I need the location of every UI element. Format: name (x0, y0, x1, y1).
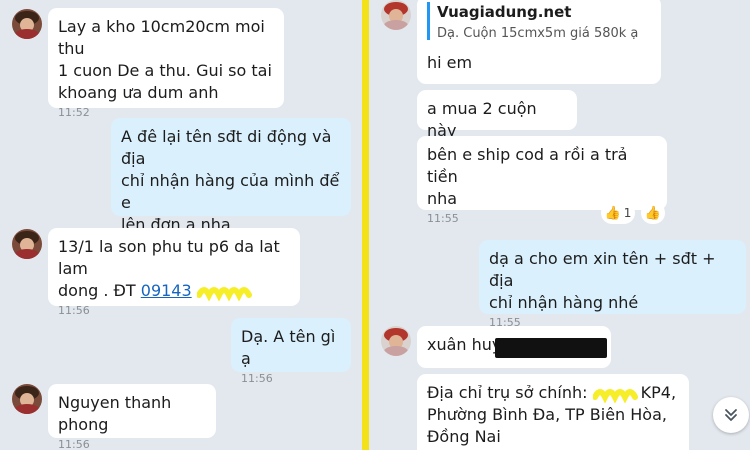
message-text: Dạ. A tên gì ạ (241, 327, 336, 368)
incoming-message-bubble[interactable]: bên e ship cod a rồi a trả tiền nha 11:5… (417, 136, 667, 225)
redaction-bar (495, 338, 607, 358)
link-preview-title[interactable]: Vuagiadung.net (437, 1, 571, 23)
contact-avatar[interactable] (12, 384, 42, 414)
message-time: 11:56 (241, 372, 273, 385)
outgoing-message-bubble[interactable]: Dạ. A tên gì ạ 11:56 (231, 318, 351, 385)
message-text: dạ a cho em xin tên + sđt + địa chỉ nhận… (489, 249, 716, 312)
phone-link[interactable]: 09143 (141, 281, 192, 300)
message-text-line: dong . ĐT 09143 (58, 280, 290, 302)
contact-avatar[interactable] (12, 9, 42, 39)
left-chat-panel: Lay a kho 10cm20cm moi thu 1 cuon De a t… (0, 0, 362, 450)
link-preview-bar (427, 2, 430, 40)
message-text: bên e ship cod a rồi a trả tiền nha (427, 145, 628, 208)
incoming-message-bubble[interactable]: a mua 2 cuộn này (417, 90, 577, 140)
add-reaction-button[interactable]: 👍 (641, 202, 665, 224)
incoming-message-bubble[interactable]: Lay a kho 10cm20cm moi thu 1 cuon De a t… (48, 8, 284, 119)
incoming-message-bubble[interactable]: 13/1 la son phu tu p6 da lat lam dong . … (48, 228, 300, 317)
message-text: 13/1 la son phu tu p6 da lat lam (58, 237, 280, 278)
message-text: Phường Bình Đa, TP Biên Hòa, (427, 405, 667, 424)
message-text-line: Địa chỉ trụ sở chính: KP4, (427, 382, 679, 404)
message-text: A đê lại tên sđt di động và địa chỉ nhận… (121, 127, 340, 234)
message-text: dong . ĐT (58, 281, 141, 300)
thumbs-up-icon: 👍 (644, 205, 662, 221)
reaction-count-pill[interactable]: 👍 1 (601, 202, 635, 224)
outgoing-message-bubble[interactable]: dạ a cho em xin tên + sđt + địa chỉ nhận… (479, 240, 746, 329)
message-text: KP4, (640, 383, 677, 402)
contact-avatar[interactable] (381, 326, 411, 356)
incoming-message-bubble[interactable]: Vuagiadung.net Dạ. Cuộn 15cmx5m giá 580k… (417, 0, 661, 84)
redaction-scribble (592, 388, 638, 403)
incoming-message-bubble[interactable]: Địa chỉ trụ sở chính: KP4, Phường Bình Đ… (417, 374, 689, 450)
link-preview-description: Dạ. Cuộn 15cmx5m giá 580k ạ (437, 26, 639, 41)
thumbs-up-icon: 👍 (604, 205, 621, 221)
scroll-to-bottom-button[interactable] (713, 397, 749, 433)
message-text: Địa chỉ trụ sở chính: (427, 383, 593, 402)
contact-avatar[interactable] (12, 229, 42, 259)
incoming-message-bubble[interactable]: Nguyen thanh phong 11:56 (48, 384, 216, 450)
outgoing-message-bubble[interactable]: A đê lại tên sđt di động và địa chỉ nhận… (111, 118, 351, 251)
reaction-count: 1 (623, 206, 632, 220)
redaction-scribble (196, 286, 252, 301)
chevron-double-down-icon (725, 409, 737, 421)
message-text: hi em (427, 53, 473, 72)
contact-avatar[interactable] (381, 0, 411, 30)
message-text: Lay a kho 10cm20cm moi thu 1 cuon De a t… (58, 17, 272, 102)
message-text: Đồng Nai (427, 427, 501, 446)
message-text: Nguyen thanh phong (58, 393, 172, 434)
message-time: 11:56 (58, 438, 90, 450)
message-time: 11:56 (58, 304, 90, 317)
yellow-divider (362, 0, 369, 450)
right-chat-panel: Vuagiadung.net Dạ. Cuộn 15cmx5m giá 580k… (369, 0, 750, 450)
